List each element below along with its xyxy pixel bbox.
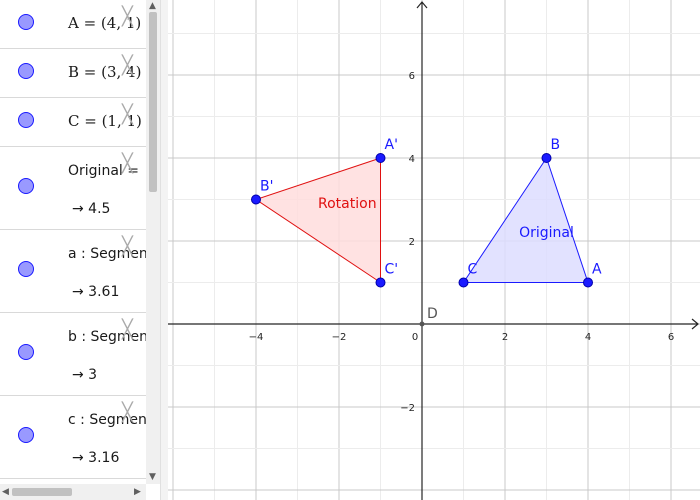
- point-label: D: [427, 306, 438, 322]
- delete-icon[interactable]: ╳: [122, 155, 133, 173]
- delete-icon[interactable]: ╳: [122, 8, 133, 26]
- x-tick-label: −4: [249, 332, 264, 343]
- visibility-toggle-icon[interactable]: [18, 63, 34, 79]
- x-tick-label: 6: [668, 332, 674, 343]
- visibility-toggle-icon[interactable]: [18, 261, 34, 277]
- algebra-view: A = (4, 1) ╳ B = (3, 4) ╳ C = (1, 1) ╳ Origina…: [0, 0, 160, 500]
- point-b[interactable]: [541, 153, 552, 163]
- point-label: B': [260, 179, 273, 195]
- horizontal-scrollbar[interactable]: ◀ ▶: [0, 484, 146, 500]
- vertical-scrollbar[interactable]: ▲ ▼: [146, 0, 160, 484]
- delete-icon[interactable]: ╳: [122, 238, 133, 256]
- x-tick-label: 2: [502, 332, 508, 343]
- point-label: A': [385, 137, 398, 153]
- visibility-toggle-icon[interactable]: [18, 344, 34, 360]
- scroll-up-icon[interactable]: ▲: [149, 1, 156, 11]
- point-a[interactable]: [583, 277, 593, 288]
- y-tick-label: −2: [400, 403, 415, 414]
- scroll-left-icon[interactable]: ◀: [2, 487, 9, 497]
- polygon-original[interactable]: [462, 156, 589, 283]
- y-tick-label: 4: [409, 154, 415, 165]
- point-label: C: [468, 262, 478, 278]
- vertical-scroll-thumb[interactable]: [149, 12, 157, 192]
- x-tick-label: 0: [412, 332, 418, 343]
- scroll-right-icon[interactable]: ▶: [134, 487, 141, 497]
- visibility-toggle-icon[interactable]: [18, 112, 34, 128]
- point-label: C': [385, 262, 399, 278]
- object-value: → 3.16: [72, 450, 120, 466]
- algebra-row[interactable]: b : Segment → 3 ╳: [0, 313, 146, 396]
- point-d[interactable]: [419, 321, 425, 327]
- object-value: → 4.5: [72, 201, 111, 217]
- point-label: A: [592, 262, 602, 278]
- visibility-toggle-icon[interactable]: [18, 14, 34, 30]
- algebra-row[interactable]: C = (1, 1) ╳: [0, 98, 146, 147]
- delete-icon[interactable]: ╳: [122, 321, 133, 339]
- graphics-canvas[interactable]: −4 −2 0 2 4 6 −2 2 4 6 Original Rotation A B C A' B' C' D: [168, 0, 700, 500]
- visibility-toggle-icon[interactable]: [18, 178, 34, 194]
- point-label: B: [551, 137, 561, 153]
- x-tick-label: −2: [332, 332, 347, 343]
- object-value: → 3.61: [72, 284, 120, 300]
- object-definition[interactable]: c : Segment: [68, 412, 146, 428]
- y-tick-label: 6: [409, 71, 415, 82]
- object-definition[interactable]: a : Segment: [68, 246, 146, 262]
- horizontal-scroll-thumb[interactable]: [12, 488, 72, 496]
- algebra-row[interactable]: A = (4, 1) ╳: [0, 0, 146, 49]
- delete-icon[interactable]: ╳: [122, 106, 133, 124]
- point-a-prime[interactable]: [375, 153, 386, 163]
- polygon-rotation[interactable]: [254, 157, 381, 284]
- graphics-view[interactable]: −4 −2 0 2 4 6 −2 2 4 6 Original Rotation A B C A' B' C' D: [168, 0, 700, 500]
- point-b-prime[interactable]: [251, 194, 261, 205]
- point-c[interactable]: [458, 277, 469, 288]
- polygon-label: Rotation: [318, 196, 377, 212]
- y-tick-label: 2: [409, 237, 415, 248]
- polygon-label: Original: [519, 225, 574, 241]
- algebra-row[interactable]: Original = → 4.5 ╳: [0, 147, 146, 230]
- delete-icon[interactable]: ╳: [122, 404, 133, 422]
- algebra-row[interactable]: c : Segment → 3.16 ╳: [0, 396, 146, 479]
- object-definition[interactable]: b : Segment: [68, 329, 146, 345]
- view-divider[interactable]: [160, 0, 168, 500]
- object-value: → 3: [72, 367, 98, 383]
- x-tick-label: 4: [585, 332, 591, 343]
- delete-icon[interactable]: ╳: [122, 57, 133, 75]
- visibility-toggle-icon[interactable]: [18, 427, 34, 443]
- scroll-down-icon[interactable]: ▼: [149, 472, 156, 482]
- point-c-prime[interactable]: [375, 277, 386, 288]
- algebra-row[interactable]: B = (3, 4) ╳: [0, 49, 146, 98]
- algebra-row[interactable]: a : Segment → 3.61 ╳: [0, 230, 146, 313]
